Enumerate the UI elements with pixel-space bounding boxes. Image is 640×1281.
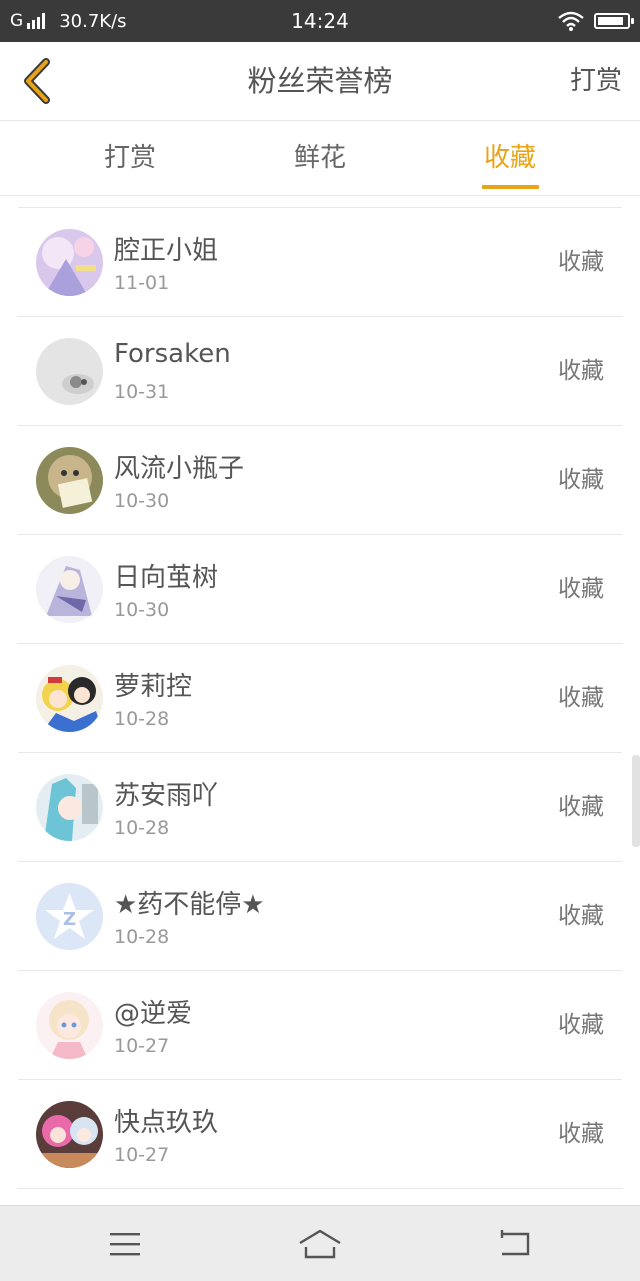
avatar	[36, 665, 103, 732]
avatar	[36, 338, 103, 405]
navigation-bar: 粉丝荣誉榜 打赏	[0, 42, 640, 121]
fan-name: 快点玖玖	[114, 1108, 219, 1138]
fan-type: 收藏	[558, 903, 604, 929]
page-title: 粉丝荣誉榜	[247, 64, 393, 98]
fan-date: 10-28	[114, 817, 170, 839]
fan-name: 苏安雨吖	[114, 781, 219, 811]
fan-type: 收藏	[558, 467, 604, 493]
fan-date: 10-28	[114, 708, 170, 730]
fan-type: 收藏	[558, 1121, 604, 1147]
fan-date: 11-01	[114, 272, 170, 294]
list-item[interactable]: 快点玖玖 10-27 收藏	[18, 1080, 622, 1189]
back-nav-button[interactable]	[465, 1206, 565, 1281]
avatar: Z	[36, 883, 103, 950]
fan-type: 收藏	[558, 1012, 604, 1038]
fan-name: @逆爱	[114, 999, 193, 1029]
list-item[interactable]: 风流小瓶子 10-30 收藏	[18, 426, 622, 535]
avatar	[36, 229, 103, 296]
status-bar: G 30.7K/s 14:24	[0, 0, 640, 42]
fan-name: 腔正小姐	[114, 236, 219, 266]
battery-icon	[594, 13, 634, 29]
fan-name: ★药不能停★	[114, 890, 265, 920]
list-item[interactable]: 腔正小姐 11-01 收藏	[18, 208, 622, 317]
fan-type: 收藏	[558, 358, 604, 384]
system-nav-bar	[0, 1205, 640, 1281]
fan-name: Forsaken	[114, 339, 231, 369]
fan-name: 风流小瓶子	[114, 454, 245, 484]
list-item[interactable]: Z ★药不能停★ 10-28 收藏	[18, 862, 622, 971]
fan-type: 收藏	[558, 794, 604, 820]
menu-button[interactable]	[75, 1206, 175, 1281]
list-item[interactable]: @逆爱 10-27 收藏	[18, 971, 622, 1080]
list-item[interactable]: 苏安雨吖 10-28 收藏	[18, 753, 622, 862]
fan-list: 腔正小姐 11-01 收藏 Forsaken 10-31 收藏 风流小瓶子 10…	[18, 207, 622, 1189]
tab-bar: 打赏 鲜花 收藏	[0, 121, 640, 196]
avatar	[36, 992, 103, 1059]
svg-text:Z: Z	[63, 909, 76, 930]
scrollbar[interactable]	[632, 755, 640, 847]
tab-reward[interactable]: 打赏	[80, 121, 180, 195]
menu-icon	[110, 1232, 140, 1255]
avatar	[36, 447, 103, 514]
home-button[interactable]	[270, 1206, 370, 1281]
battery-level	[598, 17, 623, 25]
list-item[interactable]: Forsaken 10-31 收藏	[18, 317, 622, 426]
list-item[interactable]: 日向茧树 10-30 收藏	[18, 535, 622, 644]
avatar	[36, 1101, 103, 1168]
fan-type: 收藏	[558, 576, 604, 602]
active-tab-indicator	[482, 185, 539, 189]
fan-type: 收藏	[558, 249, 604, 275]
fan-name: 日向茧树	[114, 563, 219, 593]
home-icon	[299, 1229, 341, 1258]
fan-type: 收藏	[558, 685, 604, 711]
avatar	[36, 556, 103, 623]
fan-date: 10-31	[114, 381, 170, 403]
fan-date: 10-30	[114, 599, 170, 621]
reward-button[interactable]: 打赏	[570, 42, 622, 120]
tab-flowers[interactable]: 鲜花	[270, 121, 370, 195]
avatar	[36, 774, 103, 841]
list-item[interactable]: 萝莉控 10-28 收藏	[18, 644, 622, 753]
fan-name: 萝莉控	[114, 672, 193, 702]
status-time: 14:24	[291, 9, 349, 33]
fan-date: 10-27	[114, 1144, 170, 1166]
fan-date: 10-28	[114, 926, 170, 948]
wifi-icon	[558, 11, 584, 31]
status-right	[558, 0, 634, 42]
back-icon	[500, 1229, 530, 1255]
fan-date: 10-27	[114, 1035, 170, 1057]
fan-date: 10-30	[114, 490, 170, 512]
tab-favorites[interactable]: 收藏	[460, 121, 560, 195]
